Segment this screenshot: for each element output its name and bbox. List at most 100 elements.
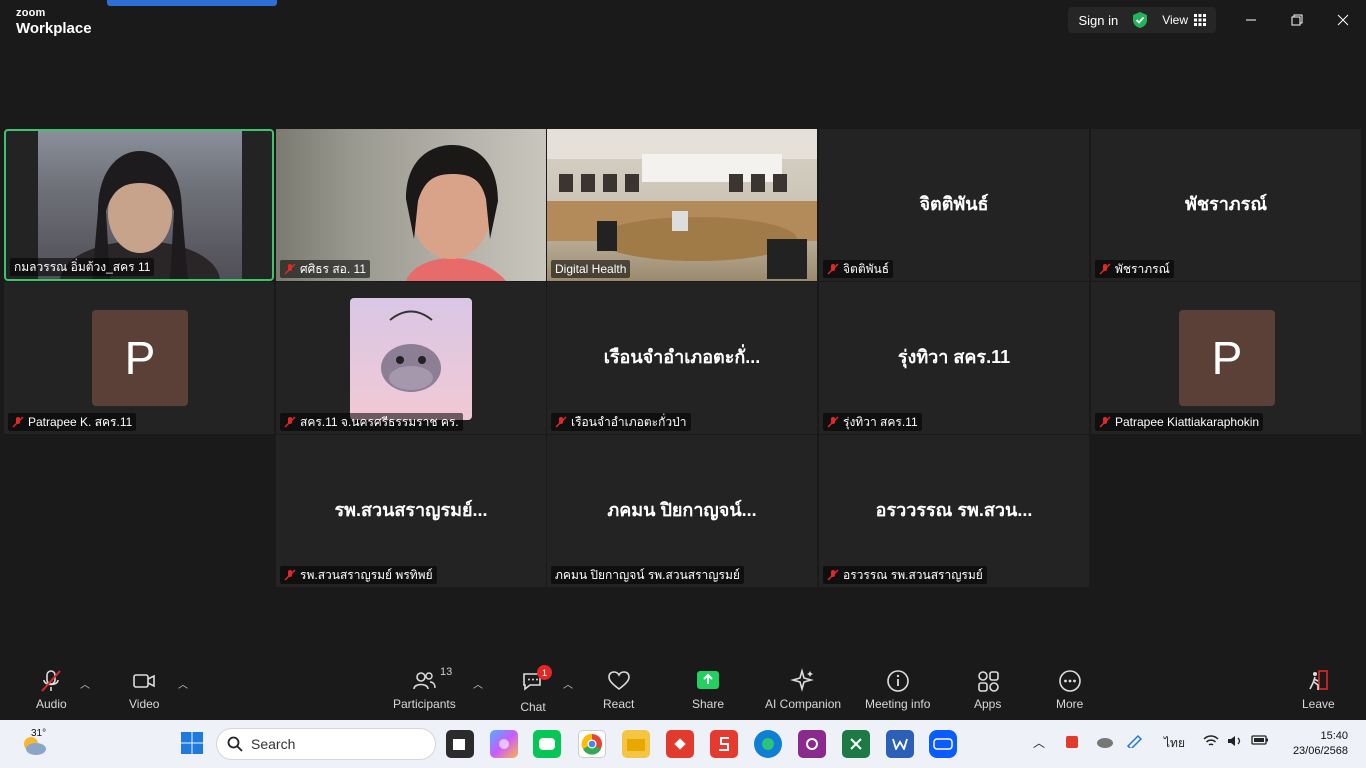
leave-button[interactable]: Leave — [1302, 668, 1335, 711]
taskbar-search[interactable]: Search — [216, 728, 436, 760]
video-tile[interactable]: กมลวรรณ อิ่มต้วง_สคร 11 — [4, 129, 274, 281]
video-tile[interactable]: Digital Health — [547, 129, 817, 281]
line-icon — [539, 738, 555, 750]
participant-label: Patrapee K. สคร.11 — [8, 413, 137, 431]
pdf-app[interactable] — [798, 730, 826, 758]
chat-icon-wrap: 1 — [520, 665, 552, 697]
avatar: P — [1179, 310, 1275, 406]
restore-button[interactable] — [1274, 0, 1320, 40]
word-app[interactable] — [886, 730, 914, 758]
participant-name: Patrapee Kiattiakaraphokin — [1115, 415, 1260, 429]
chat-unread-badge: 1 — [537, 665, 552, 680]
participant-label: สคร.11 จ.นครศรีธรรมราช คร. — [280, 413, 463, 431]
video-tile[interactable]: พัชราภรณ์ พัชราภรณ์ — [1091, 129, 1361, 281]
sign-in-button[interactable]: Sign in — [1078, 13, 1118, 28]
meeting-toolbar: Audio ︿ Video ︿ Participants 13 ︿ 1 Chat… — [0, 660, 1366, 718]
temperature: 31° — [31, 728, 47, 739]
video-tile[interactable]: รุ่งทิวา สคร.11 รุ่งทิวา สคร.11 — [819, 282, 1089, 434]
ai-companion-button[interactable]: AI Companion — [765, 668, 841, 711]
video-tile[interactable]: รพ.สวนสราญรมย์... รพ.สวนสราญรมย์ พรทิพย์ — [276, 435, 546, 587]
clock-date: 23/06/2568 — [1292, 745, 1348, 757]
react-button[interactable]: React — [603, 668, 634, 711]
copilot-app[interactable] — [490, 730, 518, 758]
more-label: More — [1056, 697, 1084, 711]
participants-options-caret[interactable]: ︿ — [473, 676, 483, 691]
video-tile[interactable]: P Patrapee Kiattiakaraphokin — [1091, 282, 1361, 434]
minimize-button[interactable] — [1228, 0, 1274, 40]
muted-mic-icon — [827, 416, 839, 428]
video-options-caret[interactable]: ︿ — [178, 676, 188, 691]
input-language[interactable]: ไทย — [1164, 734, 1185, 753]
copilot-icon — [499, 739, 509, 749]
line-app[interactable] — [533, 730, 561, 758]
shield-check-icon[interactable] — [1132, 11, 1148, 29]
view-button[interactable]: View — [1162, 13, 1206, 27]
share-button[interactable]: Share — [692, 668, 724, 711]
edge-app[interactable] — [754, 730, 782, 758]
video-tile[interactable]: เรือนจำอำเภอตะกั่... เรือนจำอำเภอตะกั่วป… — [547, 282, 817, 434]
pen-icon — [1126, 734, 1143, 751]
volume-icon[interactable] — [1227, 734, 1245, 751]
show-hidden-icons[interactable]: ︿ — [1033, 734, 1045, 751]
restore-icon — [1291, 14, 1303, 26]
participant-display-name: รุ่งทิวา สคร.11 — [897, 347, 1011, 367]
video-tile[interactable]: ศศิธร สอ. 11 — [276, 129, 546, 281]
participant-name: จิตติพันธ์ — [843, 261, 890, 276]
muted-mic-icon — [12, 416, 24, 428]
system-clock[interactable]: 15:40 23/06/2568 — [1293, 729, 1348, 759]
audio-options-caret[interactable]: ︿ — [80, 676, 90, 691]
share-screen-icon — [697, 671, 720, 689]
chat-options-caret[interactable]: ︿ — [563, 676, 573, 691]
muted-mic-icon — [827, 569, 839, 581]
start-button[interactable] — [180, 731, 204, 755]
heart-icon — [607, 671, 630, 691]
wifi-icon[interactable] — [1203, 734, 1219, 751]
video-tile[interactable]: อรววรรณ รพ.สวน... อรวรรณ รพ.สวนสราญรมย์ — [819, 435, 1089, 587]
wps-app[interactable] — [710, 730, 738, 758]
video-tile[interactable]: ภคมน ปิยกาญจน์... ภคมน ปิยกาญจน์ รพ.สวนส… — [547, 435, 817, 587]
participant-name: รุ่งทิวา สคร.11 — [843, 414, 918, 429]
wifi-glyph — [1203, 735, 1219, 746]
chrome-app[interactable] — [578, 730, 606, 758]
participant-label: Patrapee Kiattiakaraphokin — [1095, 413, 1264, 431]
video-label: Video — [129, 697, 160, 711]
chat-label: Chat — [520, 700, 546, 714]
task-view-app[interactable] — [446, 730, 474, 758]
participant-display-name: ภคมน ปิยกาญจน์... — [607, 500, 757, 520]
excel-icon — [850, 738, 862, 750]
meeting-info-button[interactable]: Meeting info — [865, 668, 930, 711]
pen-input-icon[interactable] — [1126, 734, 1144, 751]
edge-icon — [762, 738, 774, 750]
participant-name: อรวรรณ รพ.สวนสราญรมย์ — [843, 567, 983, 582]
anydesk-tray-icon[interactable] — [1064, 734, 1080, 753]
profile-picture — [350, 298, 472, 420]
participant-label: รพ.สวนสราญรมย์ พรทิพย์ — [280, 566, 437, 584]
cloud-sync-icon[interactable] — [1096, 734, 1114, 751]
battery-icon[interactable] — [1251, 734, 1269, 749]
video-button[interactable]: Video — [129, 668, 159, 711]
anydesk-app[interactable] — [666, 730, 694, 758]
participant-display-name: รพ.สวนสราญรมย์... — [334, 500, 488, 520]
video-tile[interactable]: สคร.11 จ.นครศรีธรรมราช คร. — [276, 282, 546, 434]
more-button[interactable]: More — [1056, 668, 1083, 711]
view-label: View — [1162, 13, 1188, 27]
excel-app[interactable] — [842, 730, 870, 758]
video-tile[interactable]: P Patrapee K. สคร.11 — [4, 282, 274, 434]
camera-icon — [133, 674, 156, 688]
participant-name: สคร.11 จ.นครศรีธรรมราช คร. — [300, 414, 459, 429]
close-button[interactable] — [1320, 0, 1366, 40]
word-icon — [892, 738, 908, 750]
windows-icon — [181, 732, 203, 754]
apps-button[interactable]: Apps — [974, 668, 1001, 711]
zoom-app[interactable] — [929, 730, 957, 758]
onedrive-icon — [1097, 738, 1113, 748]
file-explorer-app[interactable] — [622, 730, 650, 758]
video-tile[interactable]: จิตติพันธ์ จิตติพันธ์ — [819, 129, 1089, 281]
apps-label: Apps — [974, 697, 1002, 711]
react-label: React — [603, 697, 635, 711]
zoom-icon — [933, 738, 953, 750]
chat-button[interactable]: 1 Chat — [520, 665, 552, 714]
meeting-info-label: Meeting info — [865, 697, 931, 711]
participant-label: ภคมน ปิยกาญจน์ รพ.สวนสราญรมย์ — [551, 566, 744, 584]
audio-button[interactable]: Audio — [36, 668, 67, 711]
